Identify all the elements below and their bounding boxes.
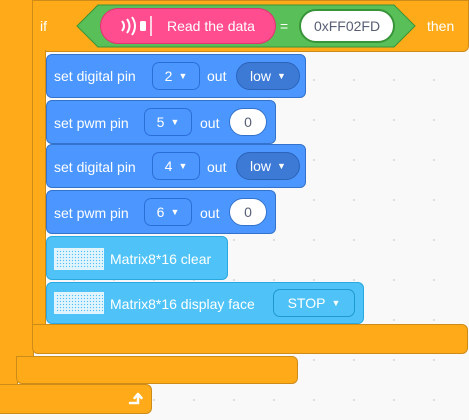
block-prefix: set digital pin — [54, 68, 136, 84]
compare-value-slot[interactable]: 0xFF02FD — [299, 9, 395, 43]
caret-down-icon: ▼ — [178, 161, 188, 171]
level-dropdown[interactable]: low ▼ — [236, 152, 300, 180]
if-block-rail[interactable] — [32, 50, 46, 328]
ir-receiver-icon — [118, 14, 158, 38]
pin-dropdown[interactable]: 5 ▼ — [144, 108, 192, 136]
caret-down-icon: ▼ — [277, 161, 286, 171]
middle-loop-bottom[interactable] — [16, 356, 298, 384]
pin-dropdown[interactable]: 2 ▼ — [152, 62, 200, 90]
led-matrix-icon — [54, 292, 104, 314]
level-value: low — [250, 68, 272, 84]
caret-down-icon: ▼ — [277, 71, 286, 81]
pin-value: 4 — [164, 158, 173, 174]
read-data-label: Read the data — [167, 18, 255, 34]
equals-sign: = — [280, 18, 289, 34]
level-dropdown[interactable]: low ▼ — [236, 62, 300, 90]
if-block-bottom[interactable] — [32, 324, 468, 354]
pwm-value: 0 — [244, 204, 252, 220]
caret-down-icon: ▼ — [178, 71, 188, 81]
face-value: STOP — [287, 295, 326, 311]
pwm-value-input[interactable]: 0 — [229, 108, 267, 136]
pwm-value: 0 — [244, 114, 252, 130]
matrix-clear-label: Matrix8*16 clear — [110, 251, 212, 267]
caret-down-icon: ▼ — [331, 298, 341, 308]
pin-value: 5 — [156, 114, 165, 130]
if-label: if — [40, 18, 47, 34]
pin-dropdown[interactable]: 6 ▼ — [144, 198, 192, 226]
out-label: out — [200, 115, 220, 131]
pin-value: 2 — [164, 68, 173, 84]
then-label: then — [427, 18, 455, 34]
caret-down-icon: ▼ — [170, 117, 180, 127]
matrix-face-label: Matrix8*16 display face — [110, 296, 255, 312]
led-matrix-icon — [54, 248, 104, 270]
block-prefix: set pwm pin — [54, 115, 129, 131]
level-value: low — [250, 158, 272, 174]
block-prefix: set digital pin — [54, 159, 136, 175]
out-label: out — [200, 205, 220, 221]
pin-value: 6 — [156, 204, 165, 220]
out-label: out — [207, 159, 227, 175]
loop-arrow-icon — [126, 390, 144, 408]
pwm-value-input[interactable]: 0 — [229, 198, 267, 226]
face-dropdown[interactable]: STOP ▼ — [273, 289, 355, 317]
caret-down-icon: ▼ — [170, 207, 180, 217]
block-prefix: set pwm pin — [54, 205, 129, 221]
out-label: out — [207, 68, 227, 84]
pin-dropdown[interactable]: 4 ▼ — [152, 152, 200, 180]
compare-value-text: 0xFF02FD — [313, 18, 381, 34]
